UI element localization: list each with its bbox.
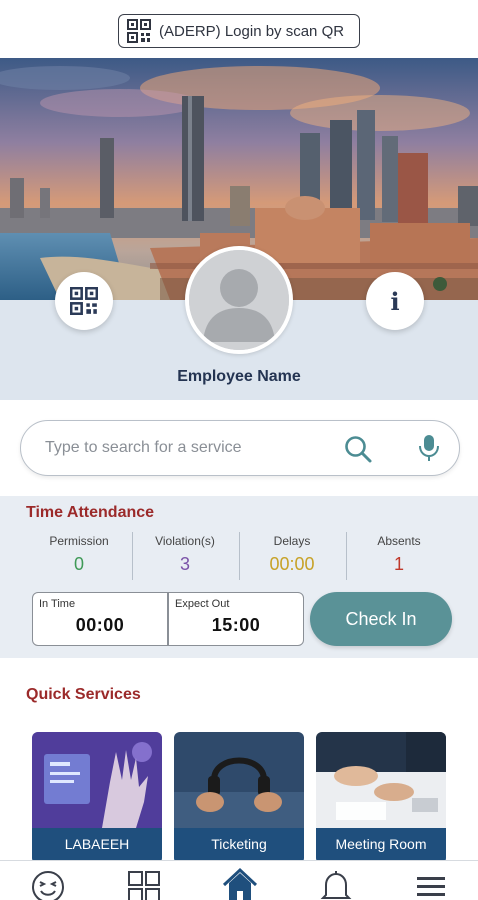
- qr-login-label: (ADERP) Login by scan QR: [159, 22, 345, 40]
- qr-code-icon: [127, 19, 151, 43]
- time-attendance-title: Time Attendance: [26, 504, 155, 521]
- time-attendance-panel: Time Attendance Permission 0 Violation(s…: [0, 496, 478, 658]
- in-time-cell: In Time 00:00: [33, 593, 167, 645]
- labaeeh-caption: LABAEEH: [32, 828, 162, 864]
- bottom-navigation: [0, 860, 478, 900]
- top-bar: (ADERP) Login by scan QR: [0, 0, 478, 58]
- app-screen: (ADERP) Login by scan QR i Employee Name…: [0, 0, 478, 900]
- service-card-meeting-room[interactable]: Meeting Room: [316, 732, 446, 864]
- absents-value: 1: [393, 554, 404, 574]
- qr-code-icon: [70, 287, 98, 315]
- search-icon[interactable]: [343, 434, 373, 464]
- labaeeh-image: [32, 732, 162, 828]
- delays-label: Delays: [273, 534, 311, 548]
- service-card-labaeeh[interactable]: LABAEEH: [32, 732, 162, 864]
- violations-label: Violation(s): [155, 534, 215, 548]
- bell-icon[interactable]: [320, 869, 352, 900]
- info-icon: i: [390, 286, 400, 316]
- work-times-box: In Time 00:00 Expect Out 15:00: [32, 592, 304, 646]
- ticketing-caption: Ticketing: [174, 828, 304, 864]
- employee-name: Employee Name: [177, 368, 301, 385]
- qr-scan-button[interactable]: [55, 272, 113, 330]
- user-placeholder-icon: [189, 250, 289, 350]
- violations-stat[interactable]: Violation(s) 3: [132, 534, 238, 586]
- grid-icon[interactable]: [127, 869, 161, 900]
- expect-out-label: Expect Out: [175, 598, 230, 610]
- service-card-ticketing[interactable]: Ticketing: [174, 732, 304, 864]
- menu-icon[interactable]: [416, 875, 446, 899]
- quick-services-title: Quick Services: [26, 686, 141, 703]
- search-input[interactable]: [45, 435, 335, 461]
- info-button[interactable]: i: [366, 272, 424, 330]
- absents-stat[interactable]: Absents 1: [346, 534, 452, 586]
- avatar[interactable]: [185, 246, 293, 354]
- expect-out-cell: Expect Out 15:00: [169, 593, 303, 645]
- microphone-icon[interactable]: [417, 433, 441, 463]
- meeting-room-image: [316, 732, 446, 828]
- permission-stat[interactable]: Permission 0: [26, 534, 132, 586]
- check-in-button[interactable]: Check In: [310, 592, 452, 646]
- in-time-label: In Time: [39, 598, 76, 610]
- violations-value: 3: [179, 554, 190, 574]
- meeting-room-caption: Meeting Room: [316, 828, 446, 864]
- expect-out-value: 15:00: [211, 615, 261, 635]
- in-time-value: 00:00: [75, 615, 125, 635]
- service-search-bar[interactable]: [20, 420, 460, 476]
- delays-stat[interactable]: Delays 00:00: [239, 534, 345, 586]
- smiley-icon[interactable]: [30, 869, 66, 900]
- absents-label: Absents: [377, 534, 421, 548]
- delays-value: 00:00: [269, 554, 315, 574]
- permission-label: Permission: [49, 534, 109, 548]
- qr-login-button[interactable]: (ADERP) Login by scan QR: [118, 14, 360, 48]
- permission-value: 0: [73, 554, 84, 574]
- ticketing-image: [174, 732, 304, 828]
- home-icon[interactable]: [222, 867, 258, 900]
